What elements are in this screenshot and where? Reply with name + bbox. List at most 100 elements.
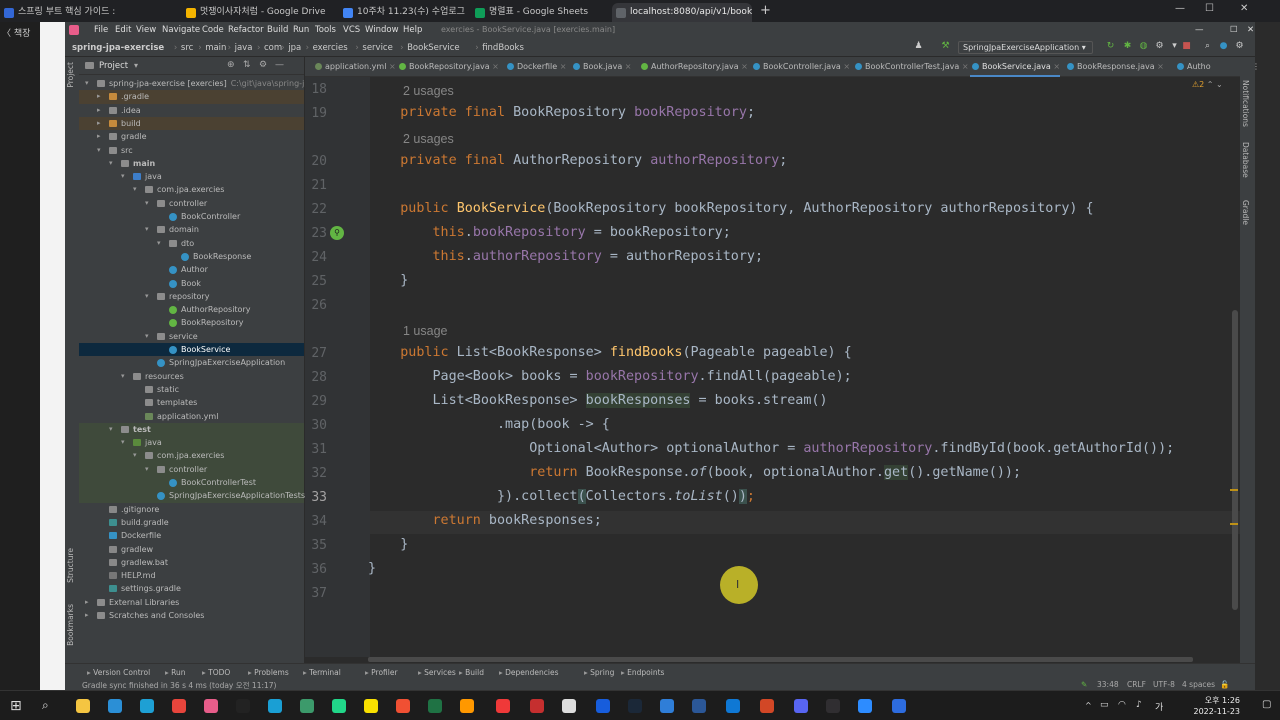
profile-icon[interactable]: ⚙ (1154, 41, 1165, 52)
chevron-right-icon[interactable]: ▸ (97, 130, 105, 143)
run-configuration-select[interactable]: SpringJpaExerciseApplication ▾ (958, 41, 1093, 54)
edge-icon[interactable] (140, 699, 154, 713)
caret-position[interactable]: 33:48 (1097, 680, 1119, 689)
tree-item[interactable]: templates (79, 396, 304, 409)
project-tool-button[interactable]: Project (66, 62, 75, 88)
chevron-down-icon[interactable]: ▾ (85, 77, 93, 90)
menu-help[interactable]: Help (403, 25, 422, 35)
menu-navigate[interactable]: Navigate (162, 25, 200, 35)
clock-time[interactable]: 오후 1:26 (1180, 695, 1240, 706)
bookmark-button[interactable]: 〈 책장 (2, 26, 42, 40)
tree-item[interactable]: .gitignore (79, 503, 304, 516)
volume-icon[interactable]: ♪ (1136, 700, 1142, 710)
code-line[interactable]: } (368, 537, 408, 552)
tool-window-todo[interactable]: ▸ TODO (202, 668, 230, 677)
chevron-down-icon[interactable]: ▾ (134, 61, 138, 70)
datagrip-icon[interactable] (300, 699, 314, 713)
tree-item[interactable]: ▾ src (79, 144, 304, 157)
tree-item[interactable]: Author (79, 263, 304, 276)
outlook-icon[interactable] (726, 699, 740, 713)
powerpoint-icon[interactable] (760, 699, 774, 713)
line-separator[interactable]: CRLF (1127, 680, 1146, 689)
close-tab-icon[interactable]: × (841, 62, 850, 71)
tool-window-endpoints[interactable]: ▸ Endpoints (621, 668, 664, 677)
code-line[interactable]: public List<BookResponse> findBooks(Page… (368, 345, 852, 360)
database-tool-button[interactable]: Database (1241, 142, 1250, 178)
tree-item[interactable]: ▾ java (79, 436, 304, 450)
tree-item[interactable]: ▾ com.jpa.exercies (79, 449, 304, 463)
bean-gutter-icon[interactable]: ⚲ (330, 226, 344, 240)
horizontal-scrollbar[interactable] (368, 657, 1193, 662)
tree-item[interactable]: ▾ dto (79, 237, 304, 250)
tree-item[interactable]: ▾ service (79, 330, 304, 343)
menu-view[interactable]: View (136, 25, 156, 35)
tree-item[interactable]: ▸ External Libraries (79, 596, 304, 609)
tool-window-spring[interactable]: ▸ Spring (584, 668, 614, 677)
tree-item[interactable]: AuthorRepository (79, 303, 304, 316)
close-tab-icon[interactable]: × (739, 62, 748, 71)
chevron-down-icon[interactable]: ▾ (145, 290, 153, 303)
tree-item[interactable]: gradlew.bat (79, 556, 304, 569)
tree-item[interactable]: BookService (79, 343, 304, 357)
breadcrumb-item[interactable]: BookService (407, 43, 460, 53)
breadcrumb-item[interactable]: java (235, 43, 253, 53)
close-tab-icon[interactable]: × (490, 62, 499, 71)
editor-tab[interactable]: BookControllerTest.java × (853, 57, 969, 77)
tree-item[interactable]: BookController (79, 210, 304, 223)
breadcrumb-item[interactable]: jpa (288, 43, 301, 53)
notifications-tool-button[interactable]: Notifications (1241, 80, 1250, 127)
breadcrumb-item[interactable]: src (181, 43, 193, 53)
editor-tab[interactable]: BookRepository.java × (397, 57, 499, 77)
tree-item[interactable]: ▾ repository (79, 290, 304, 303)
tree-item[interactable]: HELP.md (79, 569, 304, 582)
new-tab-button[interactable]: + (760, 3, 771, 18)
tree-item[interactable]: ▸ gradle (79, 130, 304, 143)
search-icon[interactable]: ⌕ (1202, 41, 1213, 52)
chrome-icon[interactable] (172, 699, 186, 713)
menu-edit[interactable]: Edit (115, 25, 131, 35)
chevron-down-icon[interactable]: ▾ (121, 436, 129, 449)
browser-tab[interactable]: 멋쟁이사자처럼 - Google Drive (182, 3, 332, 22)
tray-chevron-icon[interactable]: ^ (1085, 701, 1092, 710)
tree-item[interactable]: ▸ .idea (79, 104, 304, 117)
browser-tab[interactable]: 10주차 11.23(수) 수업로그 - Sp (339, 3, 465, 22)
project-view-select[interactable]: Project (99, 61, 128, 71)
code-line[interactable]: return bookResponses; (368, 513, 602, 528)
chevron-down-icon[interactable]: ▾ (133, 449, 141, 462)
code-line[interactable]: Optional<Author> optionalAuthor = author… (368, 441, 1174, 456)
github-icon[interactable] (562, 699, 576, 713)
chevron-down-icon[interactable]: ▾ (133, 183, 141, 196)
ide-maximize-icon[interactable]: ☐ (1230, 25, 1238, 35)
chevron-down-icon[interactable]: ▾ (145, 330, 153, 343)
tree-item[interactable]: application.yml (79, 410, 304, 423)
tree-item[interactable]: ▸ build (79, 116, 304, 131)
more-run-icon[interactable]: ▾ (1169, 41, 1180, 52)
close-tab-icon[interactable]: × (959, 62, 969, 71)
search-icon[interactable]: ⌕ (42, 698, 49, 713)
clock-date[interactable]: 2022-11-23 (1180, 707, 1241, 716)
kakaotalk-icon[interactable] (364, 699, 378, 713)
windows-start-icon[interactable]: ⊞ (10, 698, 22, 714)
editor-tab[interactable]: Dockerfile × (505, 57, 566, 77)
tree-item[interactable]: SpringJpaExerciseApplication (79, 356, 304, 369)
chevron-down-icon[interactable]: ▾ (121, 370, 129, 383)
chevron-right-icon[interactable]: ▸ (97, 104, 105, 117)
breadcrumb-item[interactable]: findBooks (482, 43, 524, 53)
settings-icon[interactable]: ⚙ (1234, 41, 1245, 52)
menu-file[interactable]: File (94, 25, 108, 35)
breadcrumb-item[interactable]: exercies (313, 43, 348, 53)
editor-tab[interactable]: BookResponse.java × (1065, 57, 1164, 77)
tree-item[interactable]: BookRepository (79, 316, 304, 329)
breadcrumb-item[interactable]: spring-jpa-exercise (72, 43, 164, 53)
usages-hint[interactable]: 1 usage (403, 324, 447, 338)
indent-setting[interactable]: 4 spaces (1182, 680, 1215, 689)
menu-build[interactable]: Build (267, 25, 288, 35)
maximize-icon[interactable]: ☐ (1205, 3, 1214, 14)
tool-window-build[interactable]: ▸ Build (459, 668, 484, 677)
editor-tab[interactable]: Book.java × (571, 57, 631, 77)
tree-item[interactable]: ▾ controller (79, 197, 304, 210)
user-icon[interactable]: ♟ (913, 41, 924, 52)
browser-tab[interactable]: 명렬표 - Google Sheets (471, 3, 606, 22)
stop-icon[interactable]: ■ (1181, 41, 1192, 52)
tool-window-profiler[interactable]: ▸ Profiler (365, 668, 398, 677)
